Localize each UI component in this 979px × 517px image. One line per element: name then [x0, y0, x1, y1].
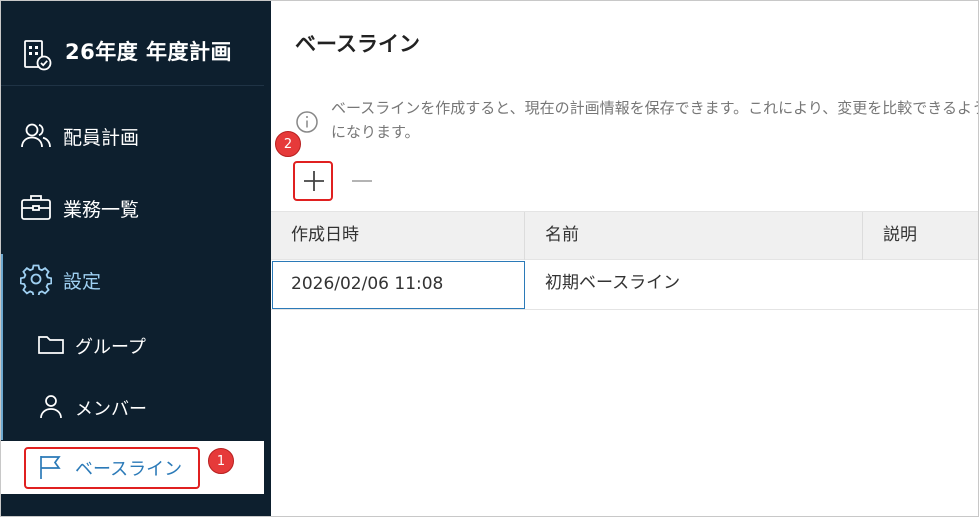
gear-icon: [19, 263, 53, 297]
main-content: ベースライン ベースラインを作成すると、現在の計画情報を保存できます。これにより…: [271, 0, 979, 517]
app-header: 26年度 年度計画: [0, 0, 264, 86]
sidebar-item-label: 設定: [63, 271, 102, 293]
column-header-description[interactable]: 説明: [863, 212, 979, 260]
table-row[interactable]: 2026/02/06 11:08 初期ベースライン: [271, 260, 979, 310]
sidebar: 26年度 年度計画 配員計画 業務一覧 設定 グループ メンバー ベースライン: [0, 0, 271, 517]
person-icon: [37, 392, 65, 420]
briefcase-icon: [20, 191, 52, 223]
sidebar-subitem-groups[interactable]: グループ: [0, 320, 264, 368]
sidebar-item-label: 業務一覧: [63, 199, 140, 221]
annotation-highlight-add: [293, 161, 333, 201]
sidebar-subitem-members[interactable]: メンバー: [0, 382, 264, 430]
column-header-created[interactable]: 作成日時: [271, 212, 525, 260]
annotation-badge-2: 2: [275, 131, 301, 157]
sidebar-item-task-list[interactable]: 業務一覧: [0, 182, 264, 232]
sidebar-item-label: 配員計画: [63, 127, 140, 149]
delete-baseline-button[interactable]: [344, 163, 380, 199]
minus-icon: [344, 180, 380, 203]
column-header-name[interactable]: 名前: [525, 212, 863, 260]
building-check-icon: [22, 39, 52, 71]
sidebar-item-staffing-plan[interactable]: 配員計画: [0, 110, 264, 160]
cell-name[interactable]: 初期ベースライン: [525, 260, 863, 310]
cell-description[interactable]: [863, 260, 979, 310]
info-icon: [295, 110, 319, 134]
folder-icon: [37, 330, 65, 358]
annotation-highlight-baseline: [24, 447, 200, 489]
page-title: ベースライン: [295, 32, 420, 56]
table-header: 作成日時 名前 説明: [271, 211, 979, 260]
annotation-badge-1: 1: [208, 448, 234, 474]
sidebar-subitem-label: メンバー: [75, 399, 147, 420]
info-message: ベースラインを作成すると、現在の計画情報を保存できます。これにより、変更を比較で…: [331, 99, 979, 141]
app-title: 26年度 年度計画: [65, 40, 233, 64]
sidebar-subitem-label: グループ: [75, 337, 146, 358]
sidebar-item-settings[interactable]: 設定: [0, 254, 264, 304]
cell-created[interactable]: 2026/02/06 11:08: [272, 261, 525, 309]
people-icon: [20, 119, 52, 151]
